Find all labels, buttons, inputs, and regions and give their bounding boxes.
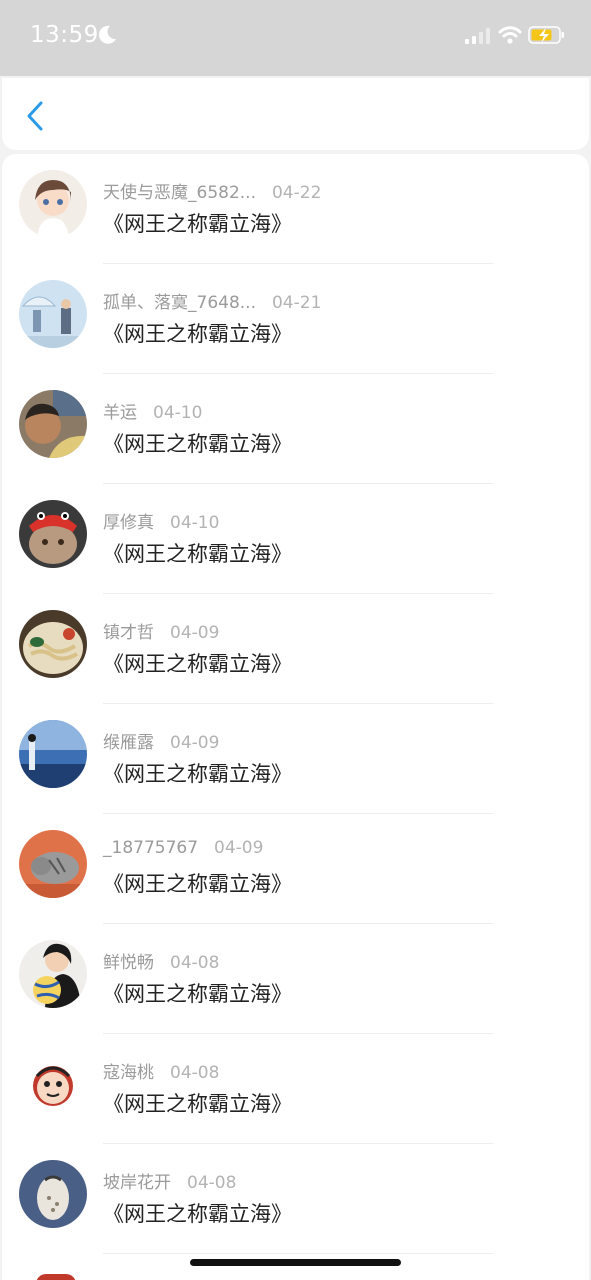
list-item[interactable]: 天使与恶魔_6582... 04-22 《网王之称霸立海》 xyxy=(2,154,589,264)
list-item[interactable]: 坡岸花开 04-08 《网王之称霸立海》 xyxy=(2,1144,589,1254)
girl-volleyball-avatar-icon xyxy=(19,940,87,1008)
book-title[interactable]: 《网王之称霸立海》 xyxy=(103,648,292,678)
post-date: 04-09 xyxy=(170,733,220,753)
book-title[interactable]: 《网王之称霸立海》 xyxy=(103,428,292,458)
list-item[interactable]: 缑雁露 04-09 《网王之称霸立海》 xyxy=(2,704,589,814)
avatar[interactable] xyxy=(19,940,87,1008)
cartoon-face-avatar-icon xyxy=(19,1050,87,1118)
user-name: 孤单、落寞_7648... xyxy=(103,293,256,313)
rice-ball-avatar-icon xyxy=(19,1160,87,1228)
user-name: 鲜悦畅 xyxy=(103,953,154,973)
avatar[interactable] xyxy=(19,1160,87,1228)
avatar[interactable] xyxy=(19,390,87,458)
list-item[interactable]: 羊运 04-10 《网王之称霸立海》 xyxy=(2,374,589,484)
home-indicator[interactable] xyxy=(190,1259,401,1266)
user-name: 天使与恶魔_6582... xyxy=(103,183,256,203)
divider xyxy=(103,1253,493,1254)
book-title[interactable]: 《网王之称霸立海》 xyxy=(103,318,292,348)
post-date: 04-09 xyxy=(214,838,264,858)
user-name: 缑雁露 xyxy=(103,733,154,753)
list-item[interactable]: 鲜悦畅 04-08 《网王之称霸立海》 xyxy=(2,924,589,1034)
item-meta: 天使与恶魔_6582... 04-22 xyxy=(103,178,322,203)
item-meta: 孤单、落寞_7648... 04-21 xyxy=(103,288,322,313)
item-meta: _18775767 04-09 xyxy=(103,838,263,862)
chevron-left-icon xyxy=(27,101,43,131)
back-button[interactable] xyxy=(18,98,52,134)
battery-charging-icon xyxy=(528,26,564,44)
user-name: _18775767 xyxy=(103,838,199,858)
noodle-bowl-avatar-icon xyxy=(19,610,87,678)
post-date: 04-22 xyxy=(271,183,322,203)
post-date: 04-09 xyxy=(170,623,220,643)
next-avatar-peek xyxy=(36,1274,76,1280)
signal-icon xyxy=(465,28,490,44)
item-meta: 羊运 04-10 xyxy=(103,398,203,423)
moon-icon xyxy=(99,25,116,44)
wifi-icon xyxy=(498,26,522,44)
post-date: 04-08 xyxy=(187,1173,237,1193)
book-title[interactable]: 《网王之称霸立海》 xyxy=(103,758,292,788)
list-item[interactable]: _18775767 04-09 《网王之称霸立海》 xyxy=(2,814,589,924)
avatar[interactable] xyxy=(19,830,87,898)
list-item[interactable]: 厚修真 04-10 《网王之称霸立海》 xyxy=(2,484,589,594)
book-title[interactable]: 《网王之称霸立海》 xyxy=(103,868,292,898)
umbrella-couple-avatar-icon xyxy=(19,280,87,348)
item-meta: 鲜悦畅 04-08 xyxy=(103,948,220,973)
recommendation-list: 天使与恶魔_6582... 04-22 《网王之称霸立海》 孤单、落寞_7648.… xyxy=(2,154,589,1280)
person-selfie-avatar-icon xyxy=(19,390,87,458)
post-date: 04-10 xyxy=(153,403,203,423)
avatar[interactable] xyxy=(19,280,87,348)
avatar[interactable] xyxy=(19,500,87,568)
status-time: 13:59 xyxy=(30,22,99,48)
blue-scenery-avatar-icon xyxy=(19,720,87,788)
post-date: 04-08 xyxy=(170,953,220,973)
book-title[interactable]: 《网王之称霸立海》 xyxy=(103,538,292,568)
nav-bar xyxy=(2,78,589,150)
status-bar: 13:59 xyxy=(0,0,591,76)
anime-girl-avatar-icon xyxy=(19,170,87,238)
avatar[interactable] xyxy=(19,1050,87,1118)
list-item[interactable]: 寇海桃 04-08 《网王之称霸立海》 xyxy=(2,1034,589,1144)
list-item[interactable]: 孤单、落寞_7648... 04-21 《网王之称霸立海》 xyxy=(2,264,589,374)
book-title[interactable]: 《网王之称霸立海》 xyxy=(103,1198,292,1228)
item-meta: 镇才哲 04-09 xyxy=(103,618,220,643)
item-meta: 厚修真 04-10 xyxy=(103,508,220,533)
post-date: 04-08 xyxy=(170,1063,220,1083)
book-title[interactable]: 《网王之称霸立海》 xyxy=(103,978,292,1008)
avatar[interactable] xyxy=(19,720,87,788)
user-name: 羊运 xyxy=(103,403,137,423)
item-meta: 寇海桃 04-08 xyxy=(103,1058,220,1083)
user-name: 寇海桃 xyxy=(103,1063,154,1083)
post-date: 04-10 xyxy=(170,513,220,533)
avatar[interactable] xyxy=(19,610,87,678)
item-meta: 缑雁露 04-09 xyxy=(103,728,220,753)
user-name: 坡岸花开 xyxy=(103,1173,171,1193)
item-meta: 坡岸花开 04-08 xyxy=(103,1168,237,1193)
post-date: 04-21 xyxy=(271,293,322,313)
book-title[interactable]: 《网王之称霸立海》 xyxy=(103,208,292,238)
user-name: 厚修真 xyxy=(103,513,154,533)
avatar[interactable] xyxy=(19,170,87,238)
book-title[interactable]: 《网王之称霸立海》 xyxy=(103,1088,292,1118)
cat-crab-hat-avatar-icon xyxy=(19,500,87,568)
list-item[interactable]: 镇才哲 04-09 《网王之称霸立海》 xyxy=(2,594,589,704)
user-name: 镇才哲 xyxy=(103,623,154,643)
orange-cat-avatar-icon xyxy=(19,830,87,898)
